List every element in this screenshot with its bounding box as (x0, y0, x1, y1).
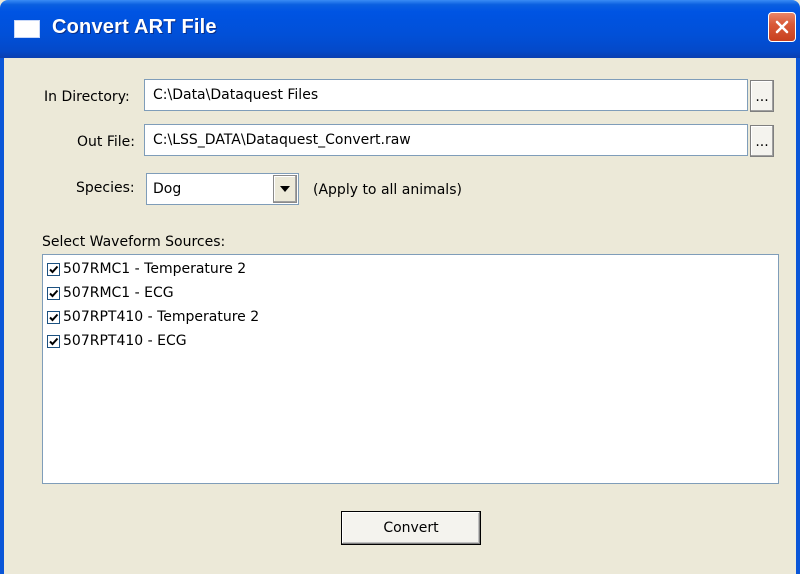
source-label: 507RMC1 - ECG (63, 285, 174, 301)
window-title: Convert ART File (52, 16, 217, 38)
checkmark-icon (49, 337, 59, 345)
species-selected-value: Dog (153, 181, 182, 197)
out-file-label: Out File: (77, 134, 135, 150)
source-checkbox[interactable] (47, 286, 60, 300)
in-directory-field[interactable]: C:\Data\Dataquest Files (144, 79, 748, 111)
chevron-down-icon (280, 186, 290, 192)
source-label: 507RMC1 - Temperature 2 (63, 261, 247, 277)
checkmark-icon (49, 265, 59, 273)
list-item[interactable]: 507RPT410 - ECG (47, 329, 187, 353)
waveform-sources-label: Select Waveform Sources: (42, 234, 226, 250)
in-directory-label: In Directory: (44, 89, 130, 105)
window-frame-left (0, 58, 4, 574)
source-checkbox[interactable] (47, 262, 60, 276)
checkmark-icon (49, 313, 59, 321)
close-icon (775, 20, 789, 34)
convert-button[interactable]: Convert (341, 511, 481, 545)
list-item[interactable]: 507RMC1 - Temperature 2 (47, 257, 246, 281)
list-item[interactable]: 507RPT410 - Temperature 2 (47, 305, 259, 329)
close-button[interactable] (768, 12, 796, 42)
out-file-field[interactable]: C:\LSS_DATA\Dataquest_Convert.raw (144, 124, 748, 156)
species-note: (Apply to all animals) (313, 182, 462, 198)
checkmark-icon (49, 289, 59, 297)
window-frame-right (796, 58, 800, 574)
window-icon (14, 20, 40, 38)
dialog-window: Convert ART File In Directory: C:\Data\D… (0, 0, 800, 574)
title-bar[interactable]: Convert ART File (0, 0, 800, 58)
species-label: Species: (76, 180, 135, 196)
out-file-browse-button[interactable]: ... (750, 125, 774, 157)
in-directory-browse-button[interactable]: ... (750, 80, 774, 112)
source-label: 507RPT410 - ECG (63, 333, 187, 349)
waveform-sources-list[interactable]: 507RMC1 - Temperature 2 507RMC1 - ECG 50… (42, 254, 779, 484)
source-checkbox[interactable] (47, 334, 60, 348)
species-select[interactable]: Dog (146, 173, 299, 205)
source-checkbox[interactable] (47, 310, 60, 324)
list-item[interactable]: 507RMC1 - ECG (47, 281, 174, 305)
source-label: 507RPT410 - Temperature 2 (63, 309, 260, 325)
species-dropdown-button[interactable] (273, 175, 297, 203)
